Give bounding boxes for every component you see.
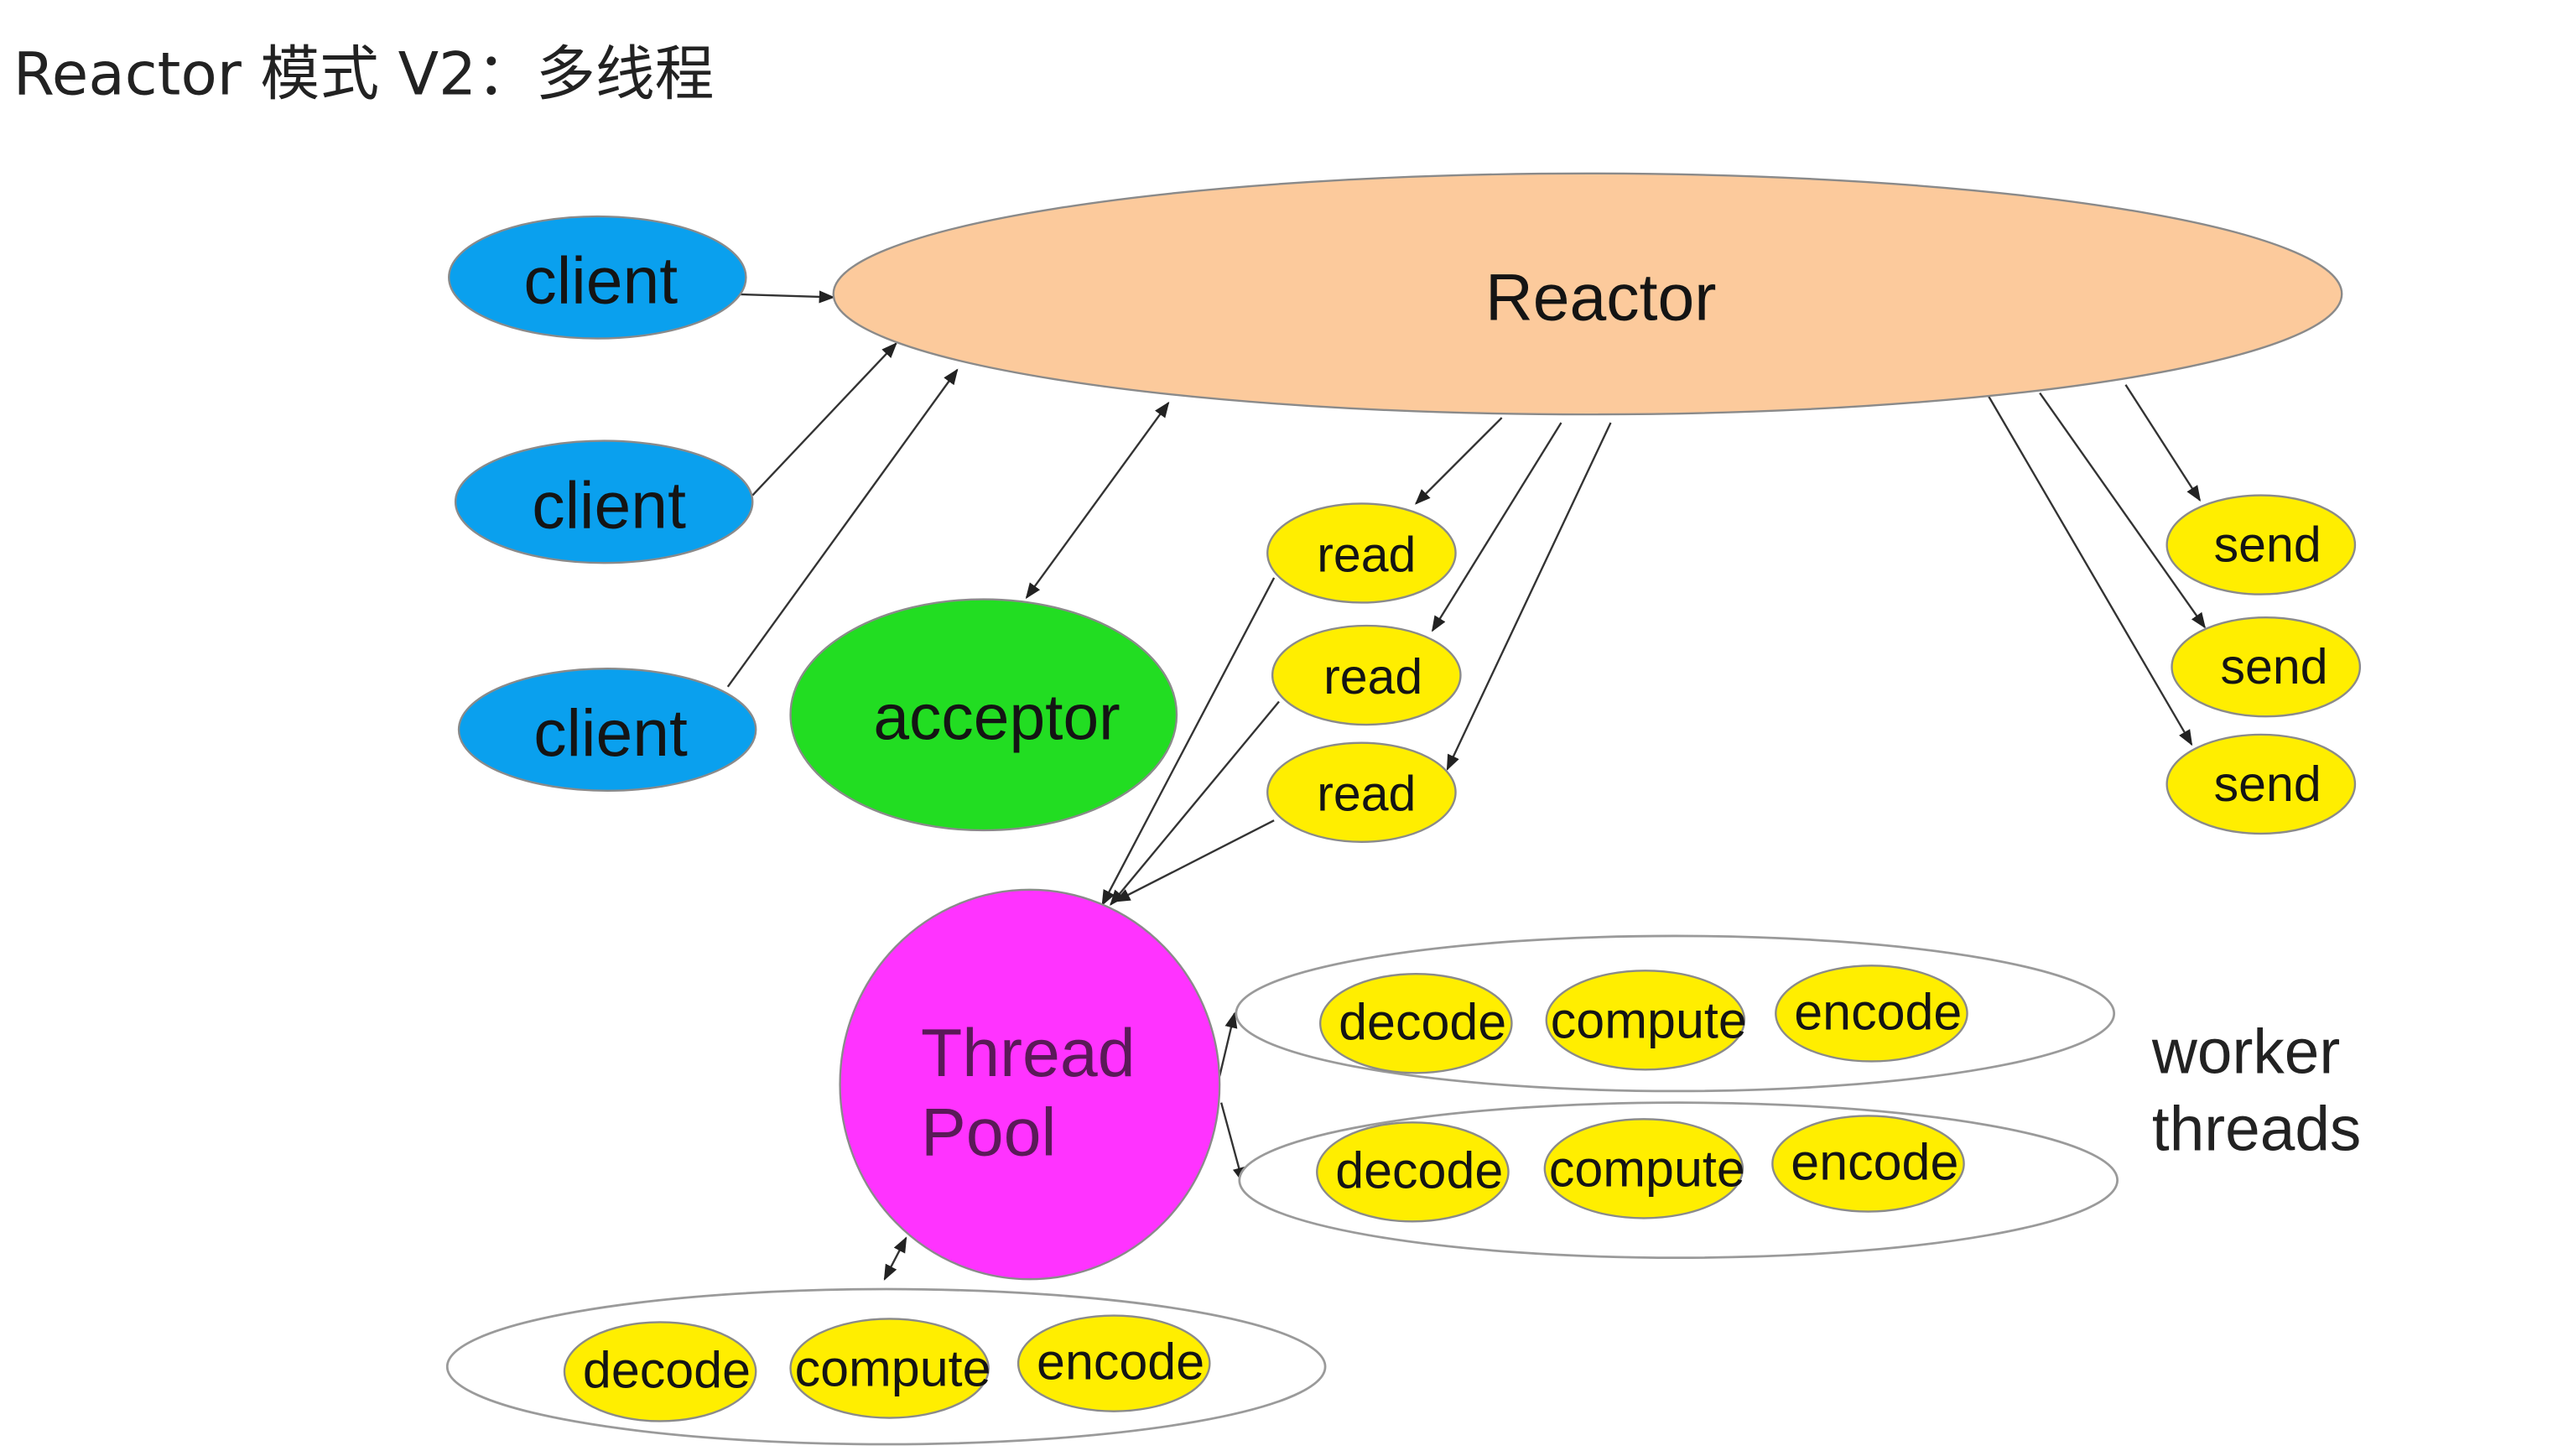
send-node-1: send [2165,494,2357,595]
read-node-3: read [1266,741,1457,843]
thread-pool-label-line1: Thread [921,1016,1136,1091]
page-title: Reactor 模式 V2：多线程 [13,39,715,108]
edge-threadpool-worker-group1 [1219,1011,1238,1077]
read-label: read [1317,767,1416,822]
edge-reactor-read2 [1431,422,1562,632]
send-node-2: send [2171,616,2362,718]
client-label: client [533,696,688,770]
edge-client2-reactor [751,342,897,497]
encode-label: encode [1794,983,1962,1040]
reactor-label: Reactor [1485,260,1717,334]
edge-reactor-acceptor [1025,401,1170,600]
decode-label: decode [583,1341,751,1398]
read-node-1: read [1266,502,1457,604]
edge-threadpool-worker-group2 [1219,1102,1245,1183]
send-label: send [2221,639,2328,694]
send-label: send [2214,517,2321,573]
edge-client1-reactor [725,290,835,304]
acceptor-node: acceptor [789,598,1178,832]
worker-threads-label-line1: worker [2151,1016,2340,1086]
acceptor-label: acceptor [873,683,1120,754]
client-label: client [523,244,678,318]
thread-pool-node: Thread Pool [839,888,1221,1281]
worker-group-3: decode compute encode [445,1287,1327,1446]
edge-reactor-read1 [1414,417,1503,505]
client-node-1: client [448,215,747,340]
client-node-3: client [457,667,757,792]
send-label: send [2214,757,2321,812]
edge-threadpool-worker-group3 [883,1236,907,1281]
worker-threads-label: worker threads [2151,1016,2361,1163]
thread-pool-label-line2: Pool [921,1095,1056,1171]
encode-label: encode [1791,1134,1958,1191]
send-node-3: send [2165,733,2357,835]
compute-label: compute [1551,991,1747,1048]
read-label: read [1317,527,1416,582]
worker-group-2: decode compute encode [1238,1101,2119,1260]
edge-reactor-send3 [1988,395,2193,746]
worker-group-1: decode compute encode [1235,934,2116,1093]
reactor-multithread-diagram: Reactor 模式 V2：多线程 Reactor client client … [13,39,2362,1446]
client-label: client [532,468,686,542]
compute-label: compute [795,1339,991,1396]
worker-threads-label-line2: threads [2152,1094,2361,1164]
read-label: read [1323,649,1422,705]
client-node-2: client [454,439,754,564]
edge-reactor-send1 [2124,384,2202,502]
reactor-node: Reactor [832,172,2343,416]
edge-reactor-send2 [2039,392,2206,629]
read-node-2: read [1271,624,1462,726]
decode-label: decode [1339,993,1506,1050]
compute-label: compute [1549,1140,1745,1197]
decode-label: decode [1335,1141,1503,1199]
encode-label: encode [1037,1334,1204,1391]
